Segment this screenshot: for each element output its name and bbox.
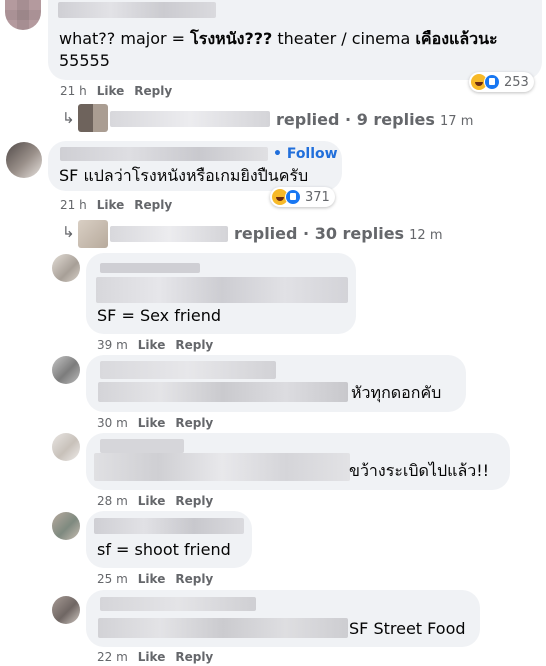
reply-button[interactable]: Reply (175, 650, 213, 664)
like-button[interactable]: Like (97, 198, 125, 212)
reply-button[interactable]: Reply (134, 84, 172, 98)
like-icon (484, 74, 500, 90)
redacted-name (60, 147, 268, 161)
redacted-name (58, 2, 216, 18)
like-button[interactable]: Like (138, 338, 166, 352)
reply-meta: 30 m Like Reply (97, 416, 213, 430)
avatar[interactable] (52, 596, 80, 624)
reply-meta: 28 m Like Reply (97, 494, 213, 508)
comment-text-line2: 55555 (59, 51, 110, 70)
like-button[interactable]: Like (138, 650, 166, 664)
like-button[interactable]: Like (97, 84, 125, 98)
reply-meta: 22 m Like Reply (97, 650, 213, 664)
like-button[interactable]: Like (138, 572, 166, 586)
redacted-name (100, 361, 276, 379)
redacted-text (98, 382, 348, 402)
redacted-name (100, 439, 184, 453)
follow-button[interactable]: • Follow (273, 146, 338, 162)
reply-button[interactable]: Reply (175, 416, 213, 430)
reply-arrow-icon: ↳ (62, 223, 75, 241)
redacted-text (96, 277, 348, 303)
reply-text: หัวทุกดอกคับ (351, 383, 442, 402)
comment-text: what?? major = โรงหนัง??? theater / cine… (59, 29, 498, 48)
avatar[interactable] (52, 433, 80, 461)
redacted-name (110, 226, 228, 242)
timestamp[interactable]: 21 h (60, 84, 87, 98)
reply-button[interactable]: Reply (175, 494, 213, 508)
avatar[interactable] (52, 356, 80, 384)
avatar[interactable] (5, 0, 41, 30)
comment-meta: 21 h Like Reply (60, 84, 172, 98)
view-replies-link[interactable]: replied · 9 replies 17 m (276, 110, 473, 129)
avatar[interactable] (52, 512, 80, 540)
reaction-summary[interactable]: 371 (270, 187, 335, 207)
timestamp[interactable]: 39 m (97, 338, 128, 352)
avatar (78, 104, 108, 132)
redacted-name (94, 518, 244, 534)
reply-text: SF Street Food (349, 619, 466, 638)
timestamp[interactable]: 25 m (97, 572, 128, 586)
timestamp[interactable]: 28 m (97, 494, 128, 508)
reply-button[interactable]: Reply (134, 198, 172, 212)
redacted-text (94, 453, 350, 481)
reply-meta: 25 m Like Reply (97, 572, 213, 586)
comment-text: SF แปลว่าโรงหนังหรือเกมยิงปืนครับ (59, 166, 309, 185)
reply-text: ขว้างระเบิดไปแล้ว!! (349, 461, 490, 480)
like-icon (285, 189, 301, 205)
timestamp[interactable]: 22 m (97, 650, 128, 664)
avatar (78, 220, 108, 248)
redacted-text (98, 618, 348, 638)
reaction-summary[interactable]: 253 (469, 72, 534, 92)
like-button[interactable]: Like (138, 416, 166, 430)
reply-button[interactable]: Reply (175, 338, 213, 352)
timestamp[interactable]: 21 h (60, 198, 87, 212)
redacted-name (100, 263, 200, 273)
like-button[interactable]: Like (138, 494, 166, 508)
reply-text: SF = Sex friend (97, 306, 222, 325)
comment-meta: 21 h Like Reply (60, 198, 172, 212)
reply-button[interactable]: Reply (175, 572, 213, 586)
avatar[interactable] (52, 254, 80, 282)
reply-text: sf = shoot friend (97, 540, 231, 559)
reply-arrow-icon: ↳ (62, 109, 75, 127)
view-replies-link[interactable]: replied · 30 replies 12 m (234, 224, 443, 243)
reply-meta: 39 m Like Reply (97, 338, 213, 352)
avatar[interactable] (6, 142, 42, 178)
timestamp[interactable]: 30 m (97, 416, 128, 430)
redacted-name (110, 111, 270, 127)
redacted-name (100, 597, 256, 611)
